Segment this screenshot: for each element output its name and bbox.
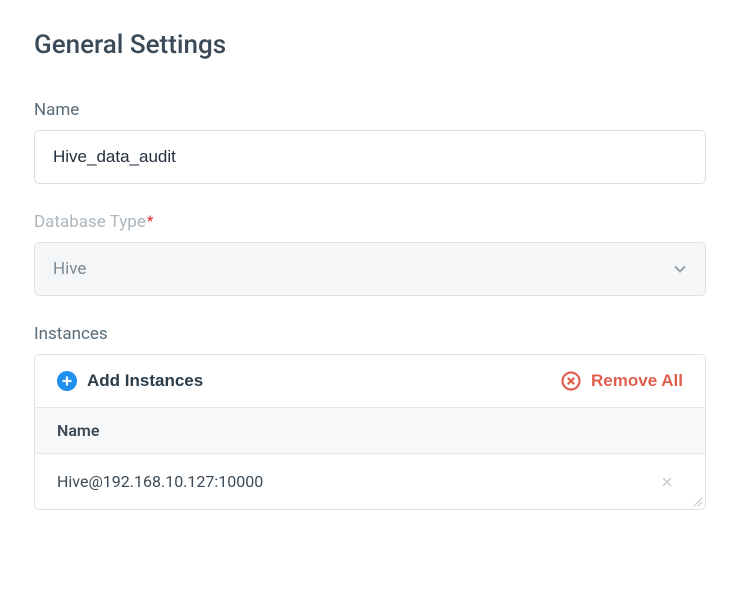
instances-toolbar: Add Instances Remove All: [35, 355, 705, 408]
table-row: Hive@192.168.10.127:10000: [35, 454, 705, 509]
chevron-down-icon: [673, 262, 687, 276]
instances-section: Instances Add Instances: [34, 324, 706, 510]
instances-label: Instances: [34, 324, 706, 344]
remove-all-label: Remove All: [591, 371, 683, 391]
required-asterisk: *: [147, 212, 153, 230]
db-type-value: Hive: [53, 259, 86, 279]
db-type-label-text: Database Type: [34, 212, 146, 232]
x-circle-icon: [561, 371, 581, 391]
close-icon[interactable]: [661, 476, 673, 488]
db-type-select[interactable]: Hive: [34, 242, 706, 296]
db-type-field-group: Database Type* Hive: [34, 212, 706, 296]
add-instances-label: Add Instances: [87, 371, 203, 391]
plus-circle-icon: [57, 371, 77, 391]
instances-column-header: Name: [35, 408, 705, 454]
instance-name: Hive@192.168.10.127:10000: [57, 472, 263, 491]
db-type-label: Database Type*: [34, 212, 706, 232]
add-instances-button[interactable]: Add Instances: [57, 371, 203, 391]
remove-all-button[interactable]: Remove All: [561, 371, 683, 391]
name-label: Name: [34, 100, 706, 120]
page-title: General Settings: [34, 30, 706, 60]
instances-panel: Add Instances Remove All Name Hive@192.1…: [34, 354, 706, 510]
name-input[interactable]: [34, 130, 706, 184]
resize-handle[interactable]: [691, 495, 703, 507]
name-field-group: Name: [34, 100, 706, 184]
